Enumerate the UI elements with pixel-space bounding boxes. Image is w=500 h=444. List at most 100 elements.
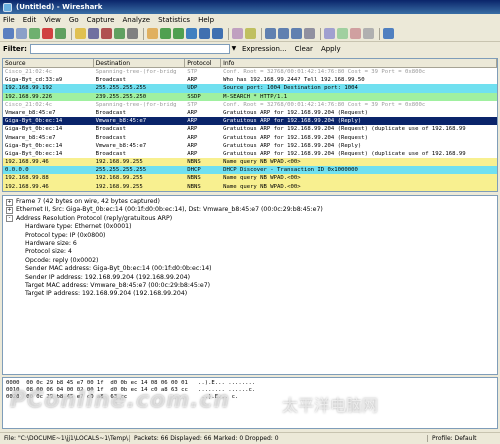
packet-row[interactable]: 0.0.0.0 255.255.255.255 DHCP DHCP Discover …: [3, 166, 497, 175]
detail-text: Sender IP address: 192.168.99.204 (192.1…: [25, 273, 190, 281]
coloring-rules-icon[interactable]: [350, 28, 361, 39]
packet-protocol: ARP: [187, 126, 198, 133]
capture-options-icon[interactable]: [16, 28, 27, 39]
first-packet-icon[interactable]: [199, 28, 210, 39]
packet-row[interactable]: 192.168.99.46 192.168.99.255 NBNS Name quer…: [3, 158, 497, 167]
stop-capture-icon[interactable]: [42, 28, 53, 39]
find-packet-icon[interactable]: [147, 28, 158, 39]
auto-scroll-icon[interactable]: [245, 28, 256, 39]
print-icon[interactable]: [127, 28, 138, 39]
packet-row[interactable]: Giga-Byt_0b:ec:14 Vmware_b8:45:e7 ARP Gratu…: [3, 141, 497, 150]
menu-capture[interactable]: Capture: [87, 16, 115, 24]
packet-protocol: ARP: [187, 142, 198, 149]
packet-info: Gratuitous ARP for 192.168.99.204 (Reque…: [223, 126, 466, 133]
detail-tree-item[interactable]: Protocol type: IP (0x0800): [3, 232, 497, 240]
packet-row[interactable]: Cisco_21:02:4c Spanning-tree-(for-bridg ST…: [3, 100, 497, 109]
detail-tree-item[interactable]: Protocol size: 4: [3, 248, 497, 256]
detail-text: Ethernet II, Src: Giga-Byt_0b:ec:14 (00:…: [16, 206, 323, 214]
display-filters-icon[interactable]: [337, 28, 348, 39]
preferences-icon[interactable]: [363, 28, 374, 39]
apply-button[interactable]: Apply: [321, 45, 341, 53]
detail-tree-item[interactable]: Target IP address: 192.168.99.204 (192.1…: [3, 290, 497, 298]
clear-button[interactable]: Clear: [295, 45, 313, 53]
help-icon[interactable]: [383, 28, 394, 39]
watermark-logo: PConline.com.cn: [10, 388, 231, 413]
detail-tree-item[interactable]: Hardware size: 6: [3, 240, 497, 248]
packet-info: Gratuitous ARP for 192.168.99.204 (Reque…: [223, 134, 368, 141]
status-profile[interactable]: Profile: Default: [428, 435, 500, 442]
packet-destination: 192.168.99.255: [95, 183, 143, 190]
packet-row[interactable]: Giga-Byt_0b:ec:14 Vmware_b8:45:e7 ARP Gratu…: [3, 117, 497, 126]
packet-row[interactable]: 192.168.99.88 192.168.99.255 NBNS Name quer…: [3, 174, 497, 183]
detail-tree-item[interactable]: + Frame 7 (42 bytes on wire, 42 bytes cap…: [3, 198, 497, 206]
interfaces-icon[interactable]: [3, 28, 14, 39]
menu-statistics[interactable]: Statistics: [158, 16, 190, 24]
filter-input[interactable]: [29, 44, 230, 54]
capture-filters-icon[interactable]: [324, 28, 335, 39]
packet-row[interactable]: Giga-Byt_cd:33:a9 Broadcast ARP Who has 192…: [3, 76, 497, 85]
packet-destination: Spanning-tree-(for-bridg: [95, 69, 177, 75]
packet-source: Giga-Byt_cd:33:a9: [5, 77, 63, 84]
packet-list-pane[interactable]: Source Destination Protocol Info Cisco_2…: [2, 58, 498, 192]
packet-row[interactable]: Giga-Byt_0b:ec:14 Broadcast ARP Gratuitous …: [3, 125, 497, 134]
normal-size-icon[interactable]: [291, 28, 302, 39]
detail-tree-item[interactable]: - Address Resolution Protocol (reply/grat…: [3, 215, 497, 223]
menu-file[interactable]: File: [3, 16, 15, 24]
zoom-out-icon[interactable]: [278, 28, 289, 39]
menu-edit[interactable]: Edit: [23, 16, 37, 24]
column-header-source[interactable]: Source: [3, 59, 94, 67]
packet-row[interactable]: 192.168.99.226 239.255.255.250 SSDP M-SEARC…: [3, 92, 497, 101]
packet-details-pane[interactable]: + Frame 7 (42 bytes on wire, 42 bytes cap…: [2, 195, 498, 375]
packet-source: Cisco_21:02:4c: [5, 69, 53, 75]
menu-help[interactable]: Help: [198, 16, 214, 24]
column-header-destination[interactable]: Destination: [94, 59, 186, 67]
detail-text: Sender MAC address: Giga-Byt_0b:ec:14 (0…: [25, 265, 212, 273]
packet-info: Source port: 1004 Destination port: 1004: [223, 85, 358, 92]
start-capture-icon[interactable]: [29, 28, 40, 39]
zoom-in-icon[interactable]: [265, 28, 276, 39]
last-packet-icon[interactable]: [212, 28, 223, 39]
packet-row[interactable]: Vmware_b8:45:e7 Broadcast ARP Gratuitous AR…: [3, 133, 497, 142]
detail-tree-item[interactable]: Target MAC address: Vmware_b8:45:e7 (00:…: [3, 282, 497, 290]
restart-capture-icon[interactable]: [55, 28, 66, 39]
expand-icon[interactable]: +: [6, 198, 13, 206]
reload-icon[interactable]: [114, 28, 125, 39]
detail-tree-item[interactable]: Opcode: reply (0x0002): [3, 257, 497, 265]
packet-row[interactable]: Cisco_21:02:4c Spanning-tree-(for-bridg ST…: [3, 68, 497, 77]
colorize-icon[interactable]: [232, 28, 243, 39]
detail-text: Frame 7 (42 bytes on wire, 42 bytes capt…: [16, 198, 160, 205]
detail-tree-item[interactable]: Sender MAC address: Giga-Byt_0b:ec:14 (0…: [3, 265, 497, 273]
packet-row[interactable]: Vmware_b8:45:e7 Broadcast ARP Gratuitous AR…: [3, 108, 497, 118]
status-bar: File: "C:\DOCUME~1\jj1\LOCALS~1\Temp\...…: [0, 432, 500, 444]
filter-dropdown-icon[interactable]: ▼: [230, 44, 238, 54]
close-icon[interactable]: [101, 28, 112, 39]
go-back-icon[interactable]: [160, 28, 171, 39]
packet-source: Giga-Byt_0b:ec:14: [5, 126, 63, 133]
packet-destination: Vmware_b8:45:e7: [95, 142, 147, 149]
packet-source: Vmware_b8:45:e7: [5, 109, 56, 116]
detail-tree-item[interactable]: + Ethernet II, Src: Giga-Byt_0b:ec:14 (00…: [3, 206, 497, 215]
detail-tree-item[interactable]: Sender IP address: 192.168.99.204 (192.1…: [3, 274, 497, 282]
go-to-packet-icon[interactable]: [186, 28, 197, 39]
expression-button[interactable]: Expression...: [242, 45, 287, 53]
packet-destination: Vmware_b8:45:e7: [95, 118, 147, 125]
menu-go[interactable]: Go: [69, 16, 79, 24]
expand-icon[interactable]: +: [6, 207, 13, 215]
packet-row[interactable]: 192.168.99.46 192.168.99.255 NBNS Name quer…: [3, 182, 497, 191]
collapse-icon[interactable]: -: [6, 215, 13, 223]
packet-protocol: STP: [187, 69, 198, 75]
packet-row[interactable]: 192.168.99.154192.168.99.255NBNSName que…: [3, 190, 497, 191]
resize-columns-icon[interactable]: [304, 28, 315, 39]
go-forward-icon[interactable]: [173, 28, 184, 39]
toolbar-separator: [143, 27, 144, 40]
save-icon[interactable]: [88, 28, 99, 39]
packet-row[interactable]: Giga-Byt_0b:ec:14 Broadcast ARP Gratuitous …: [3, 149, 497, 159]
column-header-info[interactable]: Info: [221, 59, 497, 67]
packet-source: 192.168.99.226: [5, 93, 53, 100]
column-header-protocol[interactable]: Protocol: [185, 59, 222, 67]
detail-tree-item[interactable]: Hardware type: Ethernet (0x0001): [3, 223, 497, 231]
packet-row[interactable]: 192.168.99.192 255.255.255.255 UDP Source p…: [3, 84, 497, 93]
menu-analyze[interactable]: Analyze: [122, 16, 150, 24]
menu-view[interactable]: View: [44, 16, 61, 24]
open-icon[interactable]: [75, 28, 86, 39]
